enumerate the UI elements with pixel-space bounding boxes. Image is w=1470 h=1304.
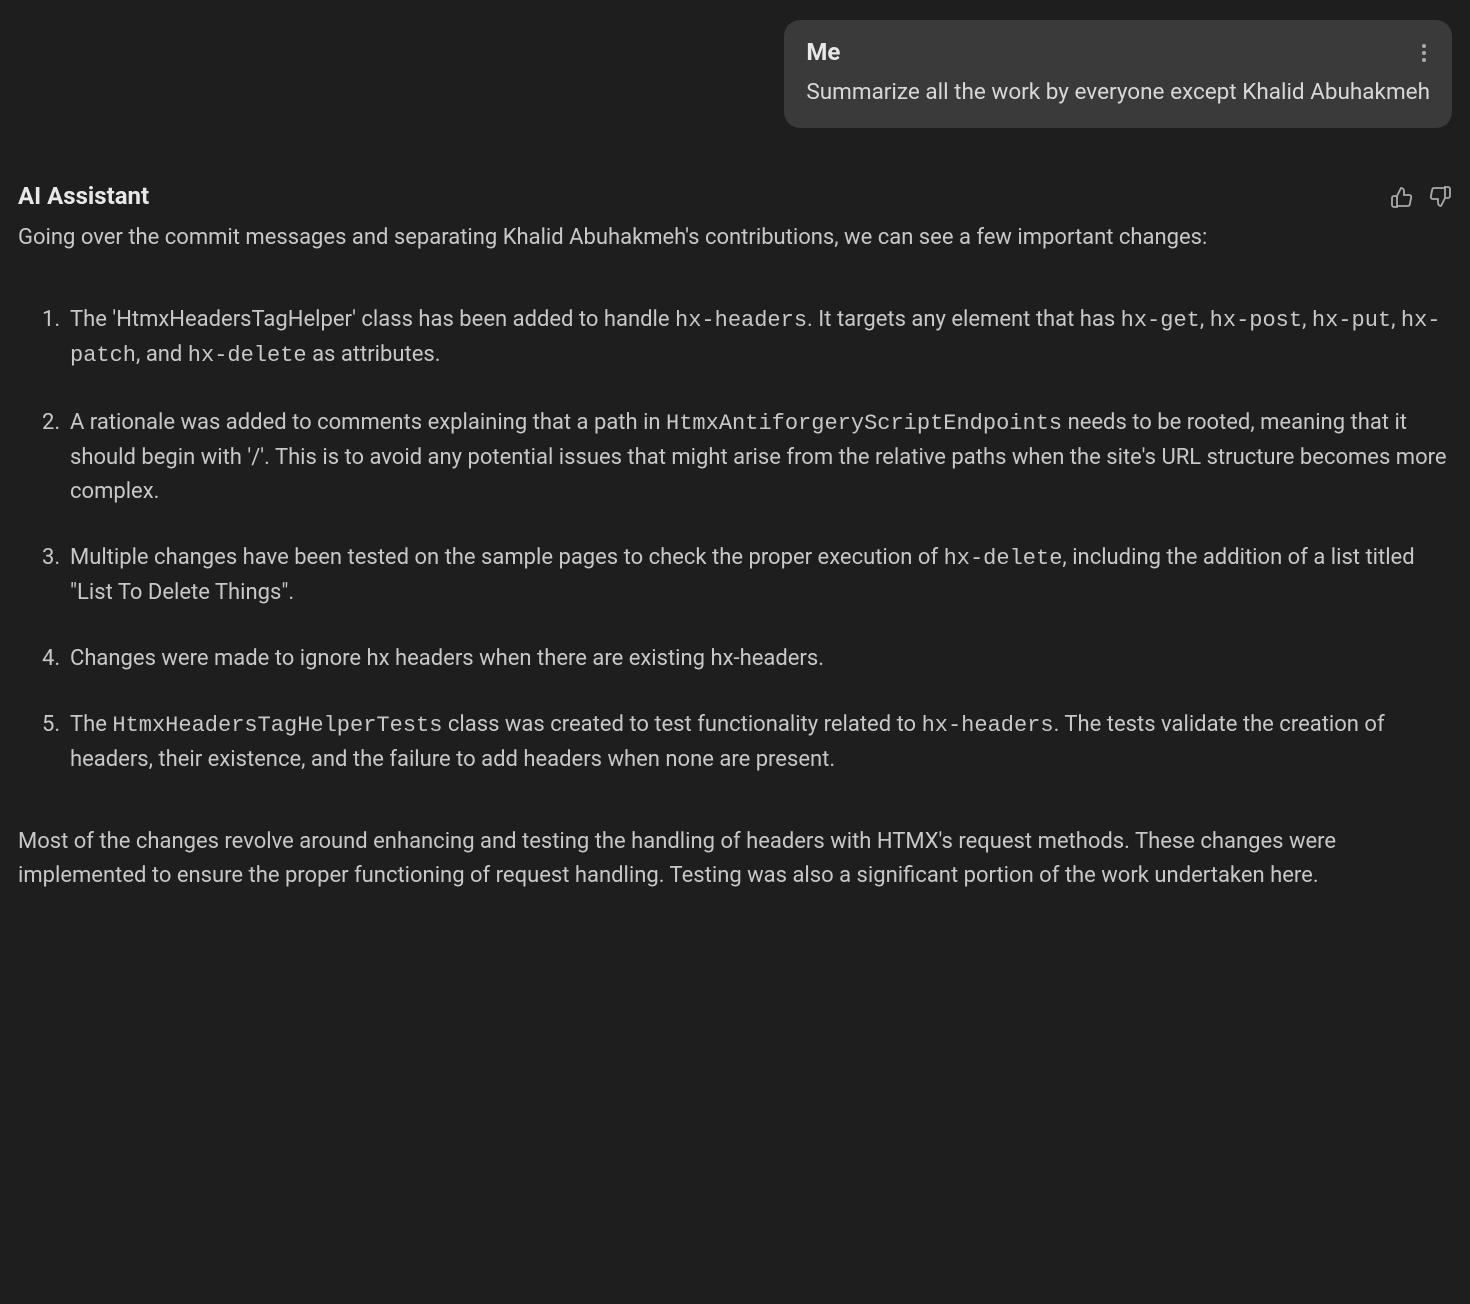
code-snippet: hx-headers	[922, 713, 1054, 738]
code-snippet: HtmxHeadersTagHelperTests	[112, 713, 442, 738]
list-item-text: The	[70, 712, 112, 737]
code-snippet: hx-headers	[675, 308, 807, 333]
user-message-text: Summarize all the work by everyone excep…	[806, 75, 1430, 110]
assistant-summary-text: Most of the changes revolve around enhan…	[18, 825, 1452, 893]
assistant-name-label: AI Assistant	[18, 178, 149, 215]
list-item-text: A rationale was added to comments explai…	[70, 410, 666, 435]
list-item-text: Multiple changes have been tested on the…	[70, 545, 944, 570]
assistant-header: AI Assistant	[18, 178, 1452, 215]
list-item-text: ,	[1391, 307, 1401, 332]
list-item: Multiple changes have been tested on the…	[42, 541, 1452, 610]
list-item-text: as attributes.	[307, 342, 441, 367]
user-message-bubble: Me Summarize all the work by everyone ex…	[784, 20, 1452, 128]
thumbs-down-icon[interactable]	[1428, 185, 1452, 209]
list-item-text: The 'HtmxHeadersTagHelper' class has bee…	[70, 307, 675, 332]
list-item-text: Changes were made to ignore hx headers w…	[70, 646, 824, 671]
code-snippet: hx-post	[1210, 308, 1302, 333]
list-item-text: ,	[1200, 307, 1210, 332]
list-item: Changes were made to ignore hx headers w…	[42, 642, 1452, 676]
assistant-response-list: The 'HtmxHeadersTagHelper' class has bee…	[18, 303, 1452, 777]
assistant-intro-text: Going over the commit messages and separ…	[18, 221, 1452, 255]
thumbs-up-icon[interactable]	[1390, 185, 1414, 209]
list-item: The HtmxHeadersTagHelperTests class was …	[42, 708, 1452, 777]
list-item-text: ,	[1302, 307, 1312, 332]
list-item: The 'HtmxHeadersTagHelper' class has bee…	[42, 303, 1452, 373]
code-snippet: hx-delete	[188, 343, 307, 368]
more-options-icon[interactable]	[1418, 40, 1430, 66]
list-item-text: . It targets any element that has	[807, 307, 1121, 332]
list-item-text: and	[146, 342, 188, 367]
list-item-text: ,	[136, 342, 146, 367]
code-snippet: hx-put	[1312, 308, 1391, 333]
user-name-label: Me	[806, 34, 840, 71]
feedback-icons	[1390, 185, 1452, 209]
user-message-container: Me Summarize all the work by everyone ex…	[18, 20, 1452, 128]
code-snippet: hx-delete	[944, 546, 1063, 571]
user-message-header: Me	[806, 34, 1430, 71]
list-item-text: class was created to test functionality …	[442, 712, 921, 737]
list-item: A rationale was added to comments explai…	[42, 406, 1452, 509]
code-snippet: HtmxAntiforgeryScriptEndpoints	[666, 411, 1062, 436]
code-snippet: hx-get	[1121, 308, 1200, 333]
